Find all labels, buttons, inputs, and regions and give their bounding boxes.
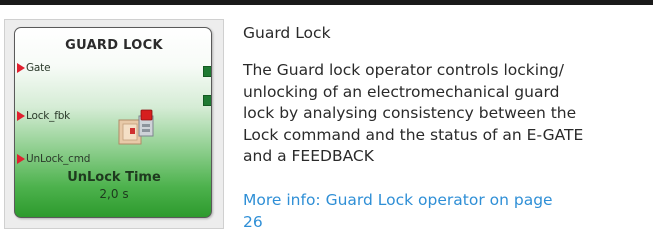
more-info-link-line[interactable]: More info: Guard Lock operator on page bbox=[243, 190, 553, 212]
description-body: The Guard lock operator controls locking… bbox=[243, 60, 651, 168]
input-arrow-icon bbox=[17, 111, 25, 121]
input-label-lock-fbk: Lock_fbk bbox=[26, 110, 71, 122]
input-lock-fbk: Lock_fbk bbox=[17, 109, 70, 123]
input-arrow-icon bbox=[17, 154, 25, 164]
description-line: and a FEEDBACK bbox=[243, 147, 374, 165]
guard-lock-function-block: GUARD LOCK Gate Lock_fbk UnLock_cmd UnLo… bbox=[14, 27, 212, 218]
output-port-1 bbox=[203, 66, 211, 77]
description-line: unlocking of an electromechanical guard bbox=[243, 82, 560, 101]
output-port-2 bbox=[203, 95, 211, 106]
parameter-value: 2,0 s bbox=[99, 187, 129, 201]
description-line: Lock command and the status of an E-GATE bbox=[243, 125, 584, 144]
more-info-link-line[interactable]: 26 bbox=[243, 212, 553, 234]
guard-lock-icon bbox=[118, 109, 154, 145]
parameter-name: UnLock Time bbox=[67, 170, 161, 185]
input-arrow-icon bbox=[17, 63, 25, 73]
input-label-gate: Gate bbox=[26, 62, 51, 74]
input-gate: Gate bbox=[17, 61, 51, 75]
description-line: lock by analysing consistency between th… bbox=[243, 104, 577, 122]
more-info-link[interactable]: More info: Guard Lock operator on page 2… bbox=[243, 190, 553, 233]
input-unlock-cmd: UnLock_cmd bbox=[17, 152, 90, 166]
top-rule bbox=[0, 0, 653, 5]
block-title: GUARD LOCK bbox=[65, 38, 163, 53]
description-line: The Guard lock operator controls locking… bbox=[243, 61, 564, 79]
description-title: Guard Lock bbox=[243, 24, 331, 42]
page: GUARD LOCK Gate Lock_fbk UnLock_cmd UnLo… bbox=[0, 0, 653, 243]
input-label-unlock-cmd: UnLock_cmd bbox=[26, 153, 91, 165]
